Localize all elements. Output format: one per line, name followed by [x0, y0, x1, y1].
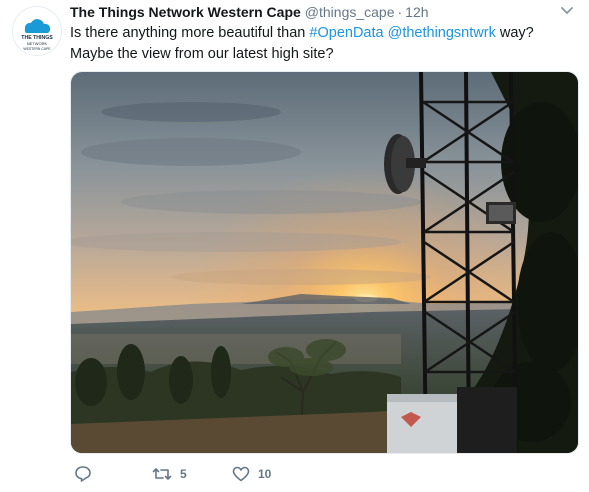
sunset-photo [71, 72, 578, 453]
reply-button[interactable] [74, 462, 100, 486]
reply-icon [75, 466, 91, 482]
tweet-card[interactable]: THE THINGS NETWORK WESTERN CAPE The Thin… [0, 0, 589, 492]
tweet-menu-button[interactable] [559, 4, 575, 18]
avatar-line3: WESTERN CAPE [23, 47, 51, 51]
tweet-photo[interactable] [70, 71, 579, 454]
tweet-header: The Things Network Western Cape @things_c… [70, 3, 429, 23]
like-count: 10 [258, 467, 272, 481]
tweet-timestamp[interactable]: 12h [405, 4, 428, 20]
cloud-icon: THE THINGS NETWORK WESTERN CAPE [13, 7, 61, 55]
author-name[interactable]: The Things Network Western Cape [70, 4, 301, 20]
author-handle[interactable]: @things_cape [305, 4, 395, 20]
avatar-line2: NETWORK [27, 41, 48, 46]
mention-link[interactable]: @thethingsntwrk [388, 25, 496, 41]
retweet-button[interactable]: 5 [152, 462, 187, 486]
retweet-icon [152, 468, 172, 480]
heart-icon [232, 466, 250, 482]
tweet-text-part1: Is there anything more beautiful than [70, 25, 310, 41]
chevron-down-icon [561, 7, 573, 14]
hashtag-link[interactable]: #OpenData [309, 25, 383, 41]
like-button[interactable]: 10 [232, 462, 271, 486]
tweet-text: Is there anything more beautiful than #O… [70, 23, 575, 65]
separator-dot: · [397, 4, 403, 20]
retweet-count: 5 [180, 467, 187, 481]
avatar[interactable]: THE THINGS NETWORK WESTERN CAPE [12, 6, 62, 56]
